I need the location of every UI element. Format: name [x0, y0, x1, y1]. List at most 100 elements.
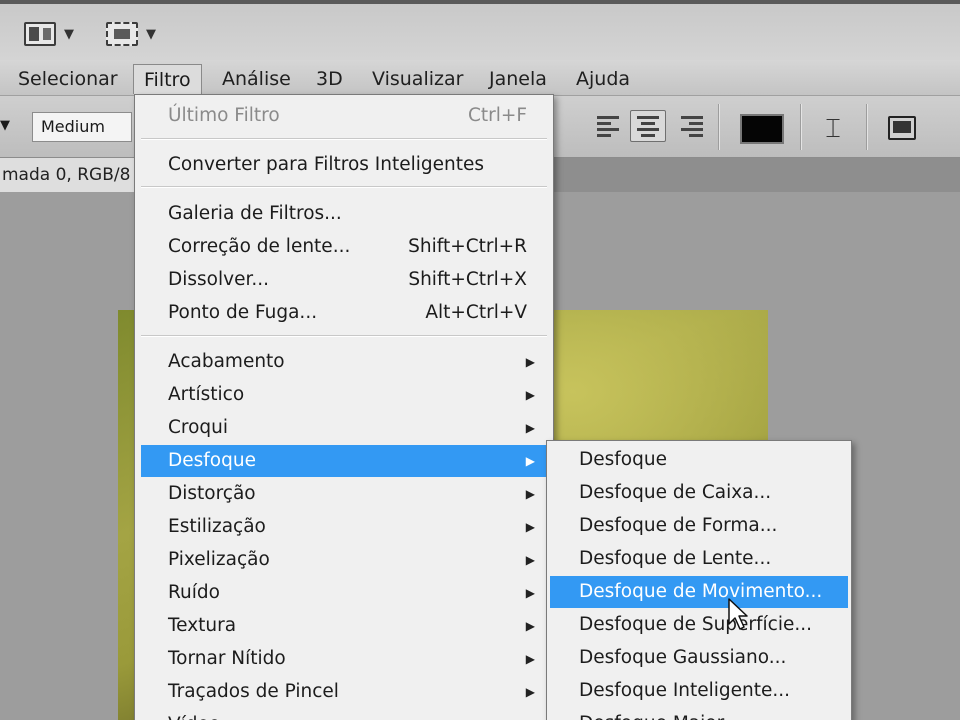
- menu-item-label: Textura: [168, 615, 237, 636]
- submenu-arrow-icon: ▶: [525, 487, 535, 501]
- menu-item-label: Desfoque de Superfície...: [579, 614, 813, 635]
- menu-item-filter-gallery[interactable]: Galeria de Filtros...: [141, 198, 547, 230]
- submenu-item-desfoque-inteligente[interactable]: Desfoque Inteligente...: [550, 675, 848, 707]
- submenu-arrow-icon: ▶: [525, 619, 535, 633]
- menu-item-label: Distorção: [168, 483, 256, 504]
- toolbar-divider: [800, 104, 802, 150]
- menu-item-label: Dissolver...: [168, 269, 270, 290]
- menu-item-label: Desfoque Gaussiano...: [579, 647, 787, 668]
- screen-mode-button[interactable]: ▼: [106, 20, 156, 48]
- menu-item-croqui[interactable]: Croqui ▶: [141, 412, 547, 444]
- menu-item-label: Desfoque de Movimento...: [579, 581, 823, 602]
- submenu-arrow-icon: ▶: [525, 388, 535, 402]
- menu-bar: Selecionar Filtro Análise 3D Visualizar …: [0, 60, 960, 96]
- menu-item-desfoque[interactable]: Desfoque ▶: [141, 445, 547, 477]
- menu-item-video[interactable]: Vídeo ▶: [141, 709, 547, 720]
- menu-ajuda[interactable]: Ajuda: [566, 64, 640, 94]
- menu-selecionar[interactable]: Selecionar: [8, 64, 128, 94]
- toolbar-divider: [718, 104, 720, 150]
- chevron-down-icon: ▼: [64, 26, 74, 42]
- menu-item-label: Correção de lente...: [168, 236, 351, 257]
- warp-text-icon[interactable]: ⌶: [818, 112, 848, 146]
- chevron-down-icon[interactable]: ▼: [0, 118, 10, 133]
- menu-item-estilizacao[interactable]: Estilização ▶: [141, 511, 547, 543]
- menu-item-label: Desfoque de Caixa...: [579, 482, 772, 503]
- menu-item-label: Pixelização: [168, 549, 270, 570]
- menu-separator: [141, 186, 547, 188]
- menu-item-label: Estilização: [168, 516, 266, 537]
- chevron-down-icon: ▼: [146, 26, 156, 42]
- submenu-item-desfoque-de-movimento[interactable]: Desfoque de Movimento...: [550, 576, 848, 608]
- font-style-field[interactable]: Medium: [32, 112, 132, 142]
- menu-item-label: Desfoque de Forma...: [579, 515, 778, 536]
- menu-item-label: Galeria de Filtros...: [168, 203, 342, 224]
- menu-item-vanishing-point[interactable]: Ponto de Fuga... Alt+Ctrl+V: [141, 297, 547, 329]
- menu-item-tracados-de-pincel[interactable]: Traçados de Pincel ▶: [141, 676, 547, 708]
- menu-item-tornar-nitido[interactable]: Tornar Nítido ▶: [141, 643, 547, 675]
- menu-item-acabamento[interactable]: Acabamento ▶: [141, 346, 547, 378]
- menu-item-dissolver[interactable]: Dissolver... Shift+Ctrl+X: [141, 264, 547, 296]
- submenu-item-desfoque-maior[interactable]: Desfoque Maior: [550, 708, 848, 720]
- menu-item-label: Converter para Filtros Inteligentes: [168, 154, 485, 175]
- menu-item-label: Artístico: [168, 384, 245, 405]
- submenu-item-desfoque-de-superficie[interactable]: Desfoque de Superfície...: [550, 609, 848, 641]
- submenu-arrow-icon: ▶: [525, 685, 535, 699]
- menu-item-textura[interactable]: Textura ▶: [141, 610, 547, 642]
- filter-menu: Último Filtro Ctrl+F Converter para Filt…: [134, 94, 554, 720]
- align-left-button[interactable]: [590, 110, 626, 142]
- menu-item-shortcut: Shift+Ctrl+R: [408, 236, 527, 257]
- app-bar: ▼ ▼: [0, 0, 960, 60]
- menu-item-ruido[interactable]: Ruído ▶: [141, 577, 547, 609]
- align-right-button[interactable]: [674, 110, 710, 142]
- menu-item-label: Ponto de Fuga...: [168, 302, 318, 323]
- submenu-arrow-icon: ▶: [525, 421, 535, 435]
- submenu-arrow-icon: ▶: [526, 709, 535, 720]
- menu-item-label: Acabamento: [168, 351, 285, 372]
- menu-3d[interactable]: 3D: [306, 64, 353, 94]
- menu-item-label: Traçados de Pincel: [168, 681, 339, 702]
- menu-filtro[interactable]: Filtro: [133, 64, 202, 94]
- submenu-item-desfoque-de-lente[interactable]: Desfoque de Lente...: [550, 543, 848, 575]
- menu-separator: [141, 138, 547, 140]
- submenu-arrow-icon: ▶: [525, 652, 535, 666]
- submenu-arrow-icon: ▶: [525, 520, 535, 534]
- submenu-item-desfoque-de-forma[interactable]: Desfoque de Forma...: [550, 510, 848, 542]
- mouse-cursor-icon: [728, 598, 748, 630]
- blur-submenu: Desfoque Desfoque de Caixa... Desfoque d…: [546, 440, 852, 720]
- menu-item-artistico[interactable]: Artístico ▶: [141, 379, 547, 411]
- menu-visualizar[interactable]: Visualizar: [362, 64, 473, 94]
- menu-item-last-filter[interactable]: Último Filtro Ctrl+F: [141, 100, 547, 132]
- menu-item-pixelizacao[interactable]: Pixelização ▶: [141, 544, 547, 576]
- menu-item-label: Último Filtro: [168, 105, 280, 126]
- menu-analise[interactable]: Análise: [212, 64, 301, 94]
- menu-item-label: Desfoque: [579, 449, 667, 470]
- arrange-documents-button[interactable]: ▼: [24, 20, 74, 48]
- menu-item-lens-correction[interactable]: Correção de lente... Shift+Ctrl+R: [141, 231, 547, 263]
- submenu-arrow-icon: ▶: [525, 553, 535, 567]
- text-color-swatch[interactable]: [740, 114, 784, 144]
- menu-janela[interactable]: Janela: [479, 64, 557, 94]
- align-center-button[interactable]: [630, 110, 666, 142]
- submenu-arrow-icon: ▶: [525, 454, 535, 468]
- menu-item-label: Desfoque: [168, 450, 256, 471]
- menu-item-shortcut: Alt+Ctrl+V: [425, 302, 527, 323]
- menu-item-convert-smart-filters[interactable]: Converter para Filtros Inteligentes: [141, 149, 547, 181]
- menu-item-label: Tornar Nítido: [168, 648, 286, 669]
- submenu-item-desfoque-gaussiano[interactable]: Desfoque Gaussiano...: [550, 642, 848, 674]
- menu-item-label: Croqui: [168, 417, 229, 438]
- character-panel-icon[interactable]: [888, 116, 916, 140]
- menu-separator: [141, 335, 547, 337]
- menu-item-distorcao[interactable]: Distorção ▶: [141, 478, 547, 510]
- submenu-item-desfoque[interactable]: Desfoque: [550, 444, 848, 476]
- submenu-arrow-icon: ▶: [525, 586, 535, 600]
- menu-item-label: Ruído: [168, 582, 220, 603]
- menu-item-label: Desfoque Maior: [579, 708, 724, 720]
- layout-icon: [24, 22, 56, 46]
- menu-item-shortcut: Shift+Ctrl+X: [408, 269, 527, 290]
- menu-item-label: Desfoque Inteligente...: [579, 680, 791, 701]
- submenu-arrow-icon: ▶: [525, 355, 535, 369]
- menu-item-label: Vídeo: [168, 709, 220, 720]
- menu-item-label: Desfoque de Lente...: [579, 548, 772, 569]
- submenu-item-desfoque-de-caixa[interactable]: Desfoque de Caixa...: [550, 477, 848, 509]
- toolbar-divider: [866, 104, 868, 150]
